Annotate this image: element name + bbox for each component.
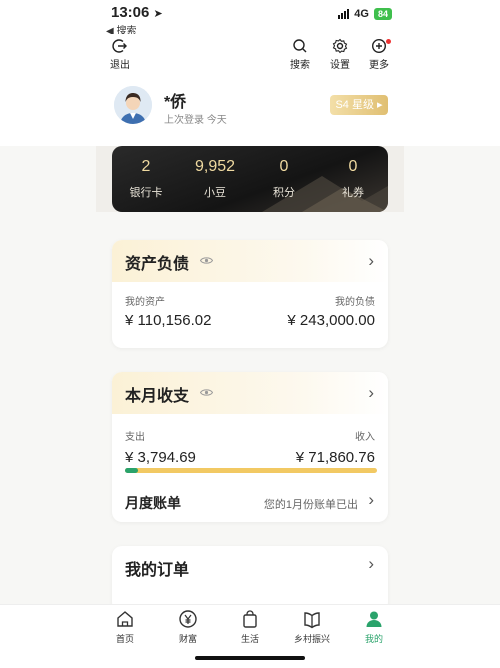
eye-icon[interactable] [200, 388, 213, 397]
expense-bar-fill [125, 468, 138, 473]
assets-label: 我的资产 [125, 297, 165, 308]
home-indicator [195, 656, 305, 660]
tab-label: 首页 [115, 634, 134, 644]
monthly-bill-title: 月度账单 [125, 495, 181, 511]
logout-button[interactable]: 退出 [100, 38, 140, 71]
stat-points[interactable]: 0 积分 [253, 158, 315, 200]
assets-value: ¥ 110,156.02 [125, 312, 212, 329]
income-value: ¥ 71,860.76 [295, 449, 375, 466]
stat-value: 0 [279, 158, 289, 175]
member-level-label: S4 星级 [335, 99, 374, 111]
income-expense-bar [125, 468, 377, 473]
caret-right-icon: ▸ [377, 99, 383, 111]
debt-label: 我的负债 [335, 297, 375, 308]
monthly-card-header[interactable]: 本月收支 › [112, 372, 388, 414]
logout-icon [112, 39, 127, 53]
home-icon [117, 611, 133, 627]
debt-value: ¥ 243,000.00 [287, 312, 375, 329]
signal-icon [338, 9, 350, 19]
stat-value: 2 [141, 158, 151, 175]
stat-coupons[interactable]: 0 礼券 [322, 158, 384, 200]
eye-icon[interactable] [200, 256, 213, 265]
stats-card: 2 银行卡 9,952 小豆 0 积分 0 礼券 [112, 146, 388, 212]
top-bar: 退出 搜索 设置 更多 [0, 34, 500, 78]
network-label: 4G [354, 8, 369, 20]
tab-label: 财富 [178, 634, 197, 644]
status-indicators: 4G 84 [338, 8, 392, 20]
stat-xiaodou[interactable]: 9,952 小豆 [184, 158, 246, 200]
battery-icon: 84 [373, 8, 392, 20]
notification-dot [386, 39, 391, 44]
monthly-title: 本月收支 [125, 388, 190, 405]
orders-title: 我的订单 [125, 562, 190, 579]
avatar[interactable] [114, 86, 152, 124]
stat-value: 9,952 [194, 158, 236, 175]
orders-card[interactable]: 我的订单 › [112, 546, 388, 612]
clock: 13:06 ➤ [111, 4, 163, 21]
avatar-icon [114, 86, 152, 124]
location-icon: ➤ [153, 8, 163, 20]
tab-mine[interactable]: 我的 [346, 609, 402, 645]
assets-card[interactable]: 资产负债 › 我的资产 ¥ 110,156.02 我的负债 ¥ 243,000.… [112, 240, 388, 348]
more-button[interactable]: 更多 [359, 38, 399, 71]
member-level-badge[interactable]: S4 星级 ▸ [330, 95, 388, 115]
monthly-bill-note: 您的1月份账单已出 [263, 499, 358, 511]
stat-label: 银行卡 [129, 187, 163, 199]
search-icon [293, 39, 307, 53]
profile-section: *侨 上次登录 今天 S4 星级 ▸ [0, 78, 500, 146]
settings-label: 设置 [330, 60, 350, 71]
gear-icon [332, 38, 348, 54]
tab-label: 生活 [240, 634, 259, 644]
monthly-bill-row[interactable]: 月度账单 您的1月份账单已出 › [112, 484, 388, 520]
stat-label: 礼券 [342, 187, 364, 199]
logout-label: 退出 [110, 60, 130, 71]
assets-title: 资产负债 [125, 256, 190, 273]
settings-button[interactable]: 设置 [320, 38, 360, 71]
income-label: 收入 [355, 432, 375, 443]
user-icon [366, 611, 382, 627]
tab-wealth[interactable]: 财富 [160, 609, 216, 645]
tab-rural-revitalization[interactable]: 乡村振兴 [284, 609, 340, 645]
tab-home[interactable]: 首页 [97, 609, 153, 645]
plus-circle-icon [371, 38, 387, 54]
status-bar: 13:06 ➤ ◀ 搜索 4G 84 [0, 0, 500, 37]
stat-bank-cards[interactable]: 2 银行卡 [115, 158, 177, 200]
chevron-right-icon[interactable]: › [368, 251, 374, 271]
tab-label: 乡村振兴 [293, 634, 330, 644]
assets-card-header[interactable]: 资产负债 › [112, 240, 388, 282]
tab-life[interactable]: 生活 [222, 609, 278, 645]
more-label: 更多 [369, 60, 389, 71]
stat-label: 积分 [273, 187, 295, 199]
chevron-right-icon: › [368, 490, 374, 509]
search-button[interactable]: 搜索 [280, 38, 320, 71]
expense-value: ¥ 3,794.69 [125, 449, 196, 466]
chevron-right-icon[interactable]: › [368, 383, 374, 403]
stat-label: 小豆 [204, 187, 226, 199]
tab-label: 我的 [364, 634, 383, 644]
user-name: *侨 [164, 94, 187, 111]
search-label: 搜索 [290, 60, 310, 71]
stat-value: 0 [348, 158, 358, 175]
monthly-card[interactable]: 本月收支 › 支出 ¥ 3,794.69 收入 ¥ 71,860.76 月度账单… [112, 372, 388, 522]
expense-label: 支出 [125, 432, 145, 443]
book-icon [304, 612, 320, 629]
last-login: 上次登录 今天 [164, 115, 227, 126]
yen-coin-icon [179, 610, 197, 628]
chevron-right-icon[interactable]: › [368, 554, 374, 574]
shopping-bag-icon [243, 610, 257, 628]
